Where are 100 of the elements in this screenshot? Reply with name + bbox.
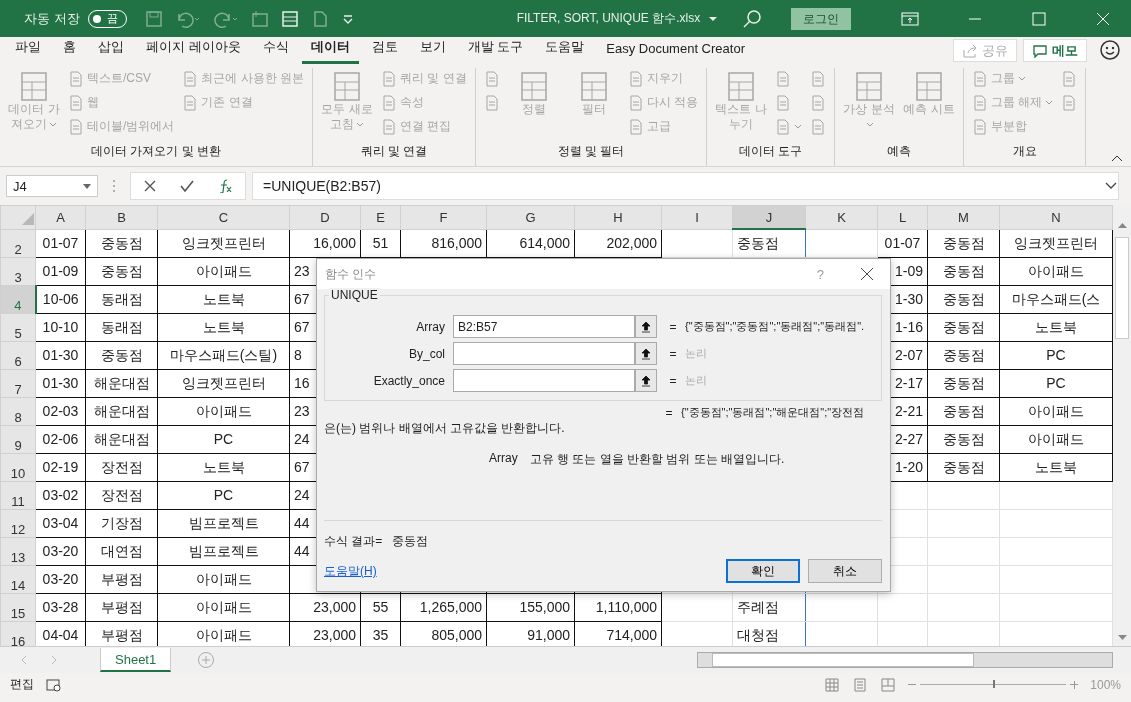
function-name: UNIQUE	[329, 288, 380, 302]
formula-field[interactable]: =UNIQUE(B2:B57)	[252, 172, 1119, 200]
table-cell: 24	[294, 431, 310, 447]
ribbon-display-icon[interactable]	[901, 10, 919, 27]
comment-icon	[1032, 43, 1048, 58]
document-icon	[810, 118, 827, 135]
row-header[interactable]: 7	[0, 369, 36, 397]
help-link[interactable]: 도움말(H)	[324, 562, 377, 580]
table-cell: 614,000	[519, 235, 570, 251]
horizontal-scrollbar[interactable]	[697, 652, 1113, 668]
function-icon[interactable]	[217, 179, 233, 193]
cancel-button[interactable]: 취소	[808, 559, 882, 583]
ribbon-tab[interactable]: 도움말	[536, 38, 594, 64]
table-cell: 816,000	[431, 235, 482, 251]
smiley-icon[interactable]	[1099, 39, 1121, 61]
table-cell: 67	[294, 459, 310, 475]
table-cell: 01-07	[884, 235, 921, 251]
form-icon[interactable]	[280, 9, 299, 28]
close-icon[interactable]	[860, 267, 874, 281]
argument-field[interactable]	[453, 342, 635, 365]
row-header[interactable]: 15	[0, 593, 36, 621]
table-cell: 중동점	[737, 235, 779, 252]
group-label: 쿼리 및 연결	[359, 143, 429, 160]
row-header[interactable]: 2	[0, 229, 36, 257]
column-header[interactable]: I	[661, 205, 733, 229]
column-header[interactable]: L	[877, 205, 928, 229]
column-header[interactable]: B	[85, 205, 158, 229]
column-header[interactable]: A	[35, 205, 86, 229]
ribbon-tab[interactable]: 보기	[410, 38, 455, 64]
row-header[interactable]: 13	[0, 537, 36, 565]
ribbon-tab[interactable]: 삽입	[89, 38, 133, 64]
row-header[interactable]: 4	[0, 285, 36, 313]
column-header[interactable]: M	[927, 205, 1000, 229]
caret-icon	[83, 183, 91, 189]
row-header[interactable]: 9	[0, 425, 36, 453]
table-cell: 잉크젯프린터	[181, 235, 266, 251]
row-header[interactable]: 3	[0, 257, 36, 285]
name-box[interactable]: J4	[6, 175, 98, 197]
column-header[interactable]: G	[486, 205, 575, 229]
row-header[interactable]: 14	[0, 565, 36, 593]
ribbon-tab[interactable]: 파일	[6, 38, 50, 64]
checkmark-icon[interactable]	[179, 179, 195, 193]
window-title: FILTER, SORT, UNIQUE 함수.xlsx	[516, 10, 701, 27]
ribbon-tab[interactable]: 검토	[362, 38, 407, 64]
comments-button[interactable]: 메모	[1023, 39, 1087, 62]
row-header[interactable]: 16	[0, 621, 36, 646]
ribbon-tab[interactable]: 데이터	[301, 38, 359, 64]
table-cell: 23	[294, 403, 310, 419]
table-cell: 기장점	[100, 515, 143, 531]
expand-icon[interactable]	[1105, 182, 1117, 190]
collapse-button[interactable]	[635, 342, 657, 365]
table-cell: 부평점	[100, 571, 143, 587]
page-break-icon[interactable]	[880, 676, 897, 693]
search-icon[interactable]	[741, 7, 763, 30]
ribbon-tab[interactable]: 페이지 레이아웃	[137, 38, 250, 64]
argument-field[interactable]	[453, 369, 635, 392]
table-cell: 8	[294, 347, 302, 363]
row-header[interactable]: 10	[0, 453, 36, 481]
table-cell: 중동점	[942, 319, 985, 335]
row-header[interactable]: 11	[0, 481, 36, 509]
document-icon	[68, 94, 84, 111]
sheet-tab[interactable]: Sheet1	[100, 648, 172, 672]
login-button[interactable]: 로그인	[791, 7, 851, 30]
add-sheet-icon[interactable]	[197, 651, 216, 669]
row-header[interactable]: 6	[0, 341, 36, 369]
argument-field[interactable]: B2:B57	[453, 315, 635, 338]
column-header[interactable]: D	[289, 205, 361, 229]
ribbon-tab[interactable]: 수식	[253, 38, 298, 64]
ribbon-tab[interactable]: 개발 도구	[458, 38, 533, 64]
save-icon[interactable]	[144, 9, 163, 28]
table-cell: 02-03	[42, 403, 79, 419]
column-header[interactable]: K	[805, 205, 878, 229]
collapse-button[interactable]	[635, 369, 657, 392]
column-header[interactable]: F	[400, 205, 487, 229]
normal-view-icon[interactable]	[824, 676, 841, 693]
row-header[interactable]: 8	[0, 397, 36, 425]
ribbon-tab[interactable]: Easy Document Creator	[597, 41, 754, 64]
frame-icon[interactable]	[250, 9, 269, 28]
collapse-icon[interactable]	[1111, 154, 1123, 162]
row-header[interactable]: 12	[0, 509, 36, 537]
column-header[interactable]: J	[732, 205, 806, 229]
row-header[interactable]: 5	[0, 313, 36, 341]
close-icon[interactable]	[1095, 10, 1111, 27]
scrollbar-thumb[interactable]	[1115, 237, 1129, 339]
table-cell: 중동점	[942, 235, 985, 251]
column-header[interactable]: H	[574, 205, 662, 229]
collapse-button[interactable]	[635, 315, 657, 338]
accessibility-icon[interactable]	[46, 677, 62, 692]
ok-button[interactable]: 확인	[726, 559, 800, 583]
document-icon	[972, 118, 989, 135]
column-header[interactable]: C	[157, 205, 290, 229]
cancel-icon[interactable]	[143, 179, 157, 193]
table-cell: PC	[213, 487, 234, 503]
maximize-icon[interactable]	[1031, 10, 1047, 27]
table-cell: 동래점	[100, 319, 143, 335]
column-header[interactable]: N	[999, 205, 1113, 229]
ribbon-tab[interactable]: 홈	[54, 38, 85, 64]
page-layout-icon[interactable]	[852, 676, 869, 693]
column-header[interactable]: E	[360, 205, 401, 229]
caret-icon[interactable]	[708, 14, 719, 23]
